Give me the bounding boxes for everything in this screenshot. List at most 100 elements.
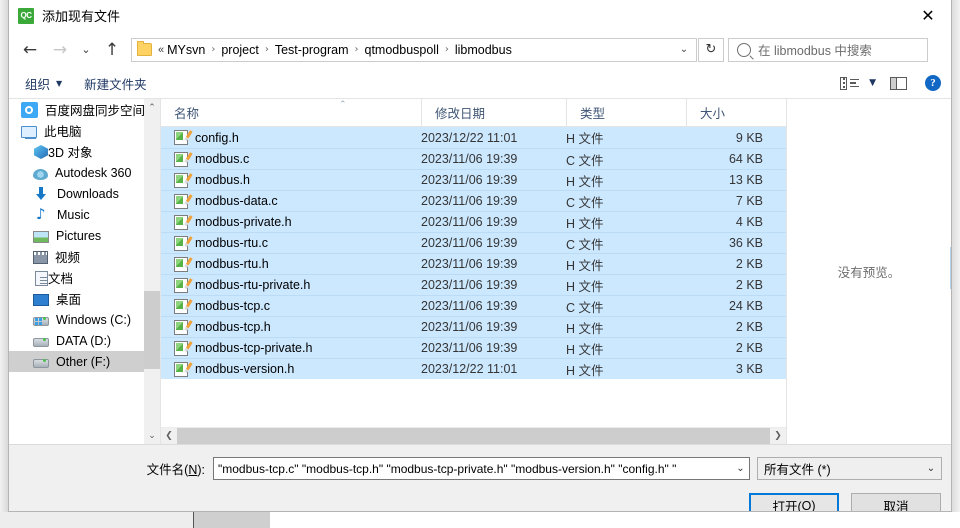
background-taskbar-strip	[0, 512, 960, 528]
file-type-cell: H 文件	[566, 174, 604, 189]
column-header-date[interactable]: 修改日期	[421, 99, 566, 126]
scroll-left-icon[interactable]: ❮	[161, 428, 177, 444]
scrollbar-thumb[interactable]	[177, 428, 770, 444]
table-row[interactable]: config.h 2023/12/22 11:01 H 文件 9 KB	[161, 127, 786, 148]
scroll-right-icon[interactable]: ❯	[770, 428, 786, 444]
change-view-icon[interactable]	[840, 76, 860, 90]
table-row[interactable]: modbus-tcp.c 2023/11/06 19:39 C 文件 24 KB	[161, 295, 786, 316]
filename-row: 文件名(N): "modbus-tcp.c" "modbus-tcp.h" "m…	[9, 457, 951, 480]
breadcrumb-overflow[interactable]: «	[158, 44, 164, 56]
sidebar-item-desktop[interactable]: 桌面	[9, 288, 160, 309]
cancel-button[interactable]: 取消	[851, 493, 941, 511]
organize-button[interactable]: 组织 ▼	[25, 74, 62, 93]
breadcrumb-item-libmodbus[interactable]: libmodbus	[454, 41, 513, 59]
file-size-cell: 2 KB	[735, 278, 763, 292]
file-name-cell: modbus-version.h	[161, 361, 421, 377]
window-left-shadow	[0, 0, 8, 512]
breadcrumb-item-mysvn[interactable]: MYsvn	[166, 41, 206, 59]
filetype-select[interactable]: 所有文件 (*) ⌄	[757, 457, 942, 480]
sidebar-item-3d-objects[interactable]: 3D 对象	[9, 141, 160, 162]
source-file-icon	[174, 256, 188, 272]
sidebar-item-music[interactable]: Music	[9, 204, 160, 225]
file-name-cell: modbus-rtu-private.h	[161, 277, 421, 293]
sidebar-item-data-d[interactable]: DATA (D:)	[9, 330, 160, 351]
file-name-cell: modbus-rtu.h	[161, 256, 421, 272]
breadcrumb-item-test-program[interactable]: Test-program	[274, 41, 350, 59]
file-size-cell: 24 KB	[728, 299, 763, 313]
file-name-cell: config.h	[161, 130, 421, 145]
breadcrumb-separator[interactable]: ›	[265, 44, 269, 55]
breadcrumb-separator[interactable]: ›	[445, 44, 449, 55]
footer-buttons: 打开(O) 取消	[749, 493, 941, 511]
navigation-pane-scrollbar[interactable]: ⌃ ⌄	[144, 99, 160, 444]
sidebar-item-documents[interactable]: 文档	[9, 267, 160, 288]
table-row[interactable]: modbus-rtu.c 2023/11/06 19:39 C 文件 36 KB	[161, 232, 786, 253]
breadcrumb-separator[interactable]: ›	[355, 44, 359, 55]
address-bar[interactable]: « MYsvn › project › Test-program › qtmod…	[131, 37, 697, 62]
table-row[interactable]: modbus-version.h 2023/12/22 11:01 H 文件 3…	[161, 358, 786, 379]
column-header-type[interactable]: 类型	[566, 99, 686, 126]
filename-input[interactable]: "modbus-tcp.c" "modbus-tcp.h" "modbus-tc…	[213, 457, 750, 480]
refresh-icon[interactable]: ↻	[698, 37, 724, 62]
preview-pane-icon[interactable]	[890, 76, 907, 90]
chevron-down-icon[interactable]: ▼	[869, 78, 876, 88]
open-button[interactable]: 打开(O)	[749, 493, 839, 511]
table-row[interactable]: modbus-tcp-private.h 2023/11/06 19:39 H …	[161, 337, 786, 358]
file-date-cell: 2023/11/06 19:39	[421, 257, 518, 271]
table-row[interactable]: modbus-tcp.h 2023/11/06 19:39 H 文件 2 KB	[161, 316, 786, 337]
file-name-cell: modbus-data.c	[161, 193, 421, 209]
sidebar-item-other-f[interactable]: Other (F:)	[9, 351, 160, 372]
file-list-horizontal-scrollbar[interactable]: ❮ ❯	[161, 427, 786, 444]
sidebar-item-this-pc[interactable]: 此电脑	[9, 120, 160, 141]
sidebar-item-videos[interactable]: 视频	[9, 246, 160, 267]
folder-icon	[137, 41, 152, 56]
dialog-body: 百度网盘同步空间 此电脑 3D 对象 Autodesk 360 Download…	[9, 99, 951, 444]
up-button[interactable]: ↑	[97, 35, 127, 65]
file-name-label: config.h	[195, 130, 239, 145]
column-header-name[interactable]: 名称 ⌃	[161, 99, 421, 126]
breadcrumb-item-project[interactable]: project	[220, 41, 260, 59]
source-file-icon	[174, 172, 188, 188]
file-date-cell: 2023/12/22 11:01	[421, 362, 518, 376]
table-row[interactable]: modbus-rtu.h 2023/11/06 19:39 H 文件 2 KB	[161, 253, 786, 274]
table-row[interactable]: modbus.c 2023/11/06 19:39 C 文件 64 KB	[161, 148, 786, 169]
cloud-icon	[21, 101, 38, 118]
help-icon[interactable]: ?	[925, 75, 941, 91]
file-name-label: modbus-rtu.c	[195, 236, 268, 250]
recent-locations-button[interactable]: ⌄	[75, 35, 97, 65]
column-header-size[interactable]: 大小	[686, 99, 771, 126]
source-file-icon	[174, 235, 188, 251]
source-file-icon	[174, 193, 188, 209]
file-type-cell: C 文件	[566, 300, 604, 315]
table-row[interactable]: modbus-private.h 2023/11/06 19:39 H 文件 4…	[161, 211, 786, 232]
scroll-down-icon[interactable]: ⌄	[144, 427, 160, 444]
table-row[interactable]: modbus-data.c 2023/11/06 19:39 C 文件 7 KB	[161, 190, 786, 211]
source-file-icon	[174, 361, 188, 377]
sidebar-item-pictures[interactable]: Pictures	[9, 225, 160, 246]
breadcrumb-separator[interactable]: ›	[211, 44, 215, 55]
chevron-down-icon[interactable]: ⌄	[674, 44, 694, 55]
preview-scroll-thumb[interactable]	[950, 247, 951, 289]
sidebar-item-autodesk-360[interactable]: Autodesk 360	[9, 162, 160, 183]
scrollbar-thumb[interactable]	[144, 291, 160, 369]
chevron-down-icon[interactable]: ⌄	[732, 463, 749, 474]
file-size-cell: 4 KB	[735, 215, 763, 229]
breadcrumb-item-qtmodbuspoll[interactable]: qtmodbuspoll	[364, 41, 440, 59]
app-icon: QC	[18, 7, 34, 24]
close-icon[interactable]: ✕	[905, 0, 951, 31]
forward-button[interactable]: →	[45, 35, 75, 65]
new-folder-button[interactable]: 新建文件夹	[84, 74, 147, 93]
scroll-up-icon[interactable]: ⌃	[144, 99, 160, 116]
file-type-cell: H 文件	[566, 363, 604, 378]
back-button[interactable]: ←	[15, 35, 45, 65]
file-name-label: modbus-data.c	[195, 194, 278, 208]
title-bar: QC 添加现有文件 ✕	[9, 0, 951, 31]
search-box[interactable]: 在 libmodbus 中搜索	[728, 37, 928, 62]
file-name-label: modbus-private.h	[195, 215, 292, 229]
table-row[interactable]: modbus-rtu-private.h 2023/11/06 19:39 H …	[161, 274, 786, 295]
sidebar-item-windows-c[interactable]: Windows (C:)	[9, 309, 160, 330]
table-row[interactable]: modbus.h 2023/11/06 19:39 H 文件 13 KB	[161, 169, 786, 190]
sidebar-item-downloads[interactable]: Downloads	[9, 183, 160, 204]
sidebar-item-baidu-sync[interactable]: 百度网盘同步空间	[9, 99, 160, 120]
window-right-shadow	[952, 0, 960, 512]
